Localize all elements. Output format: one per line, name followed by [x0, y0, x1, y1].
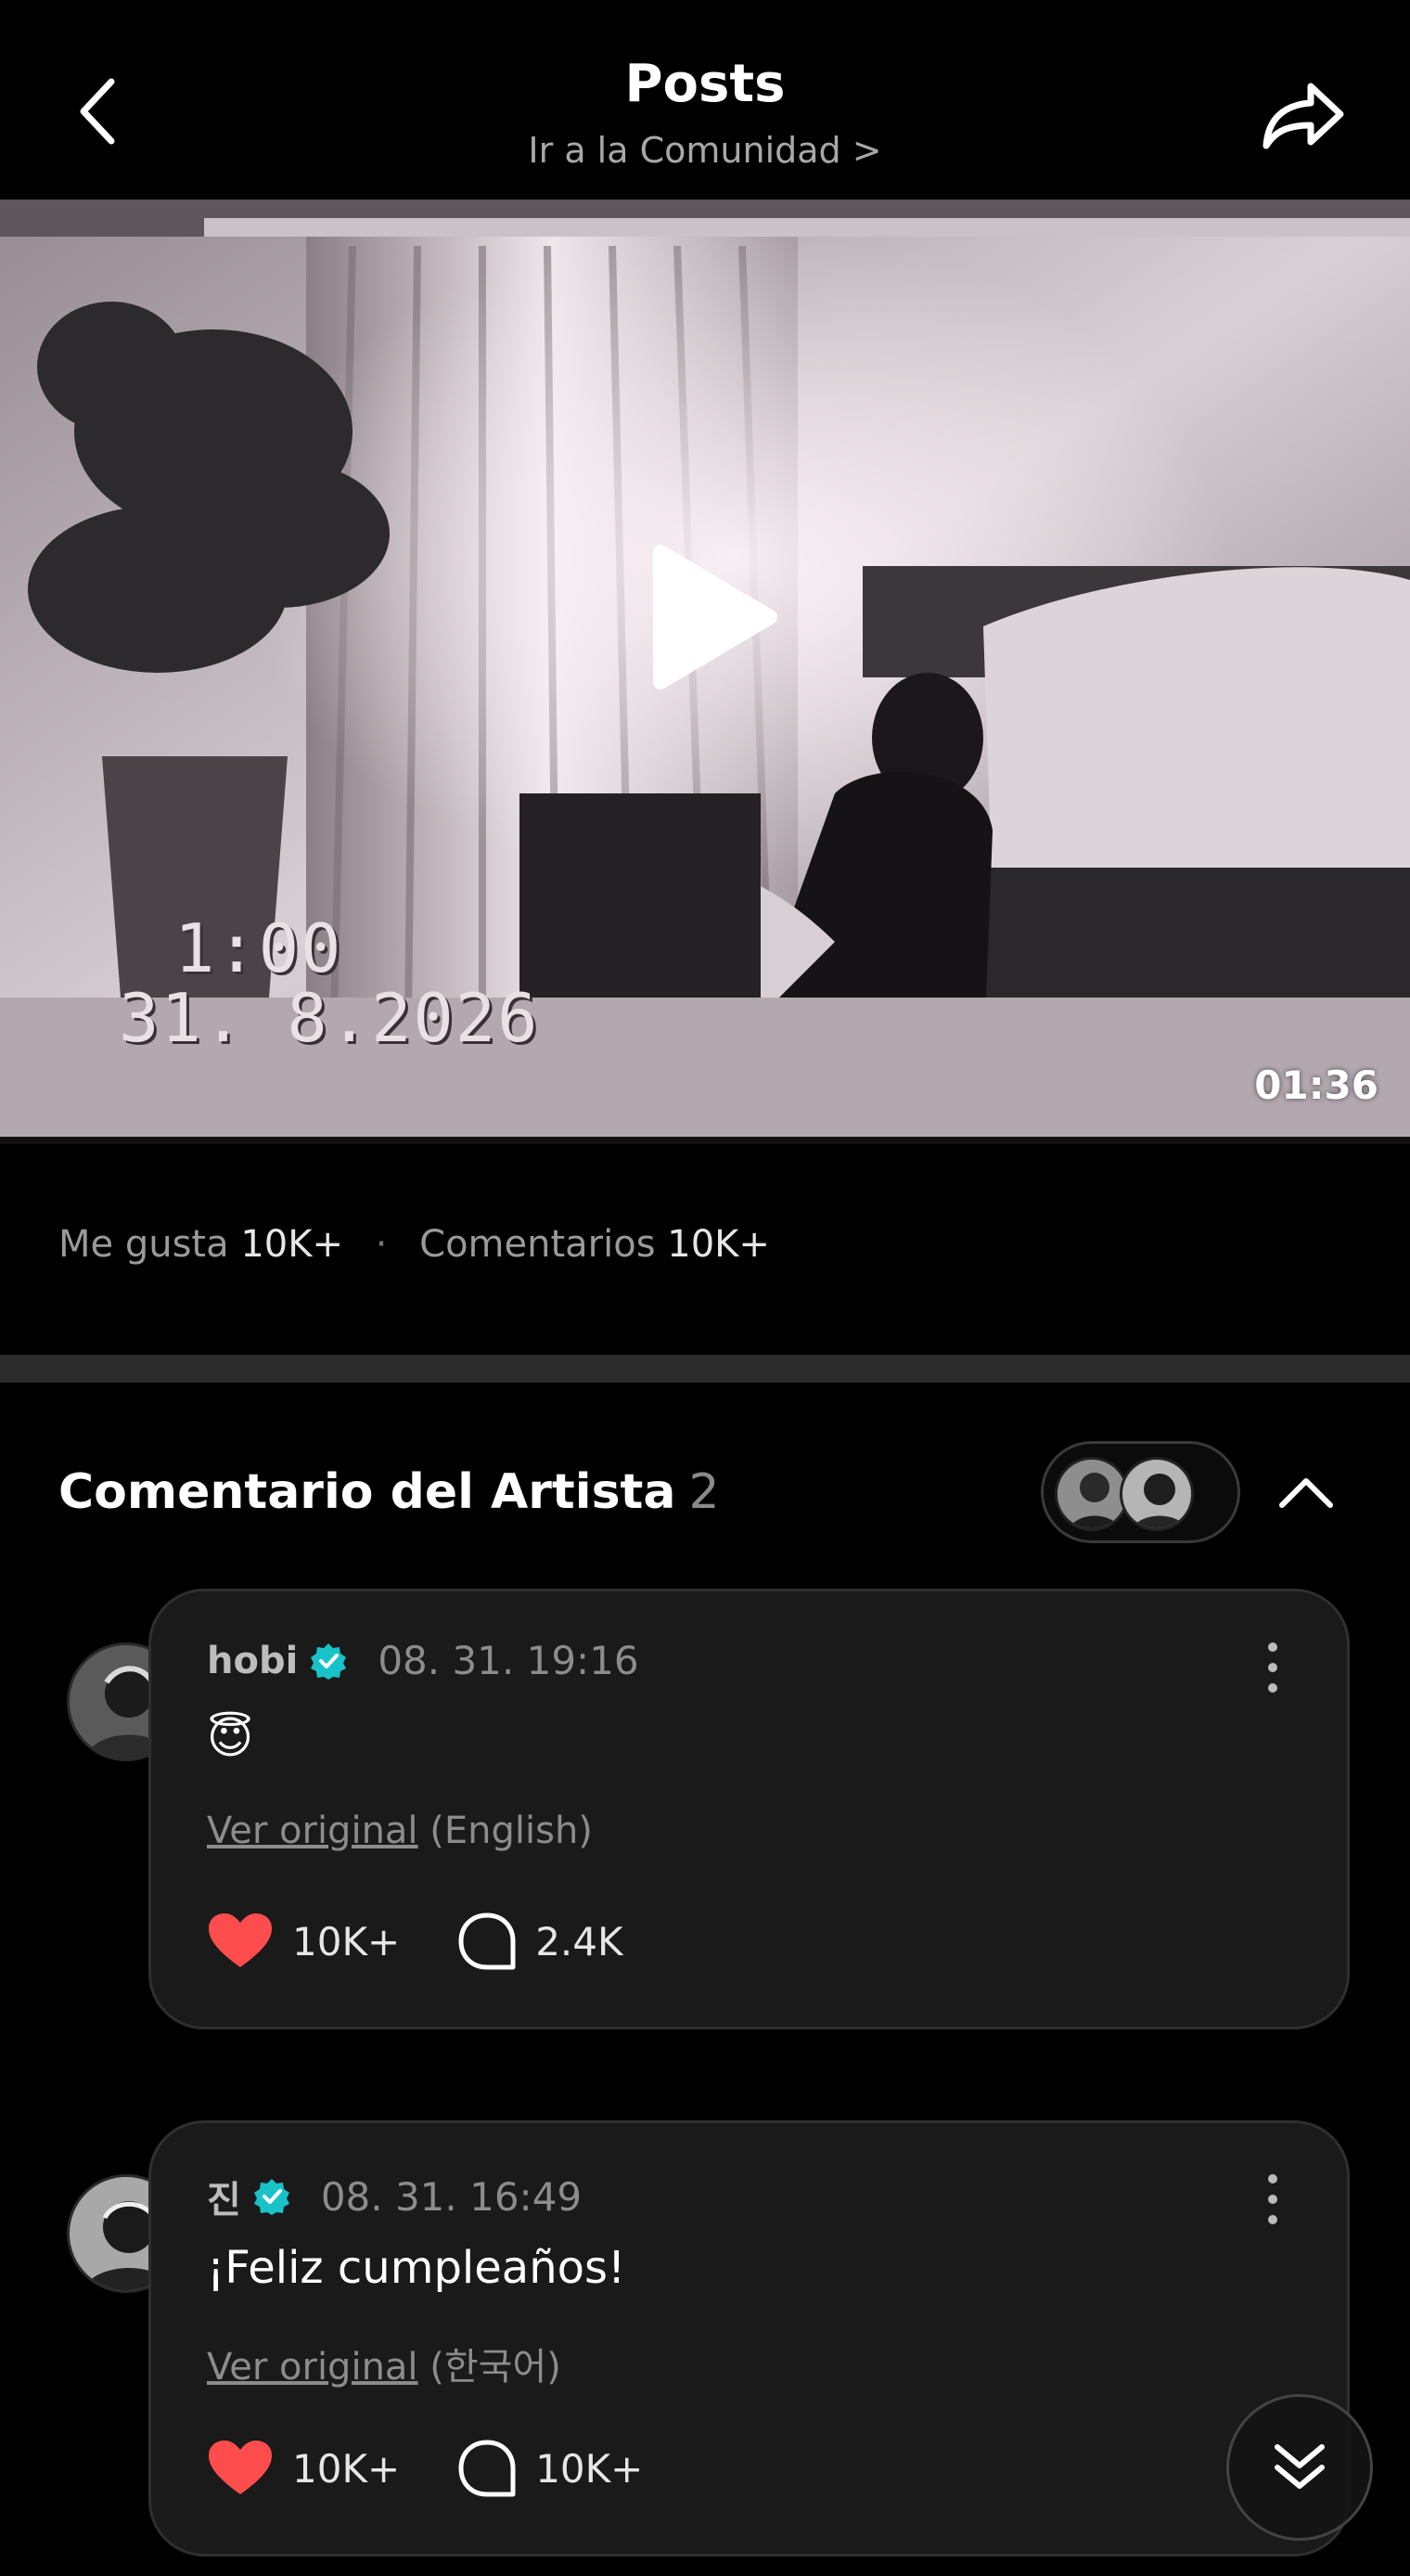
collapse-button[interactable]	[1271, 1457, 1340, 1526]
comment-date: 08. 31. 19:16	[378, 1638, 639, 1683]
comments-label[interactable]: Comentarios	[419, 1223, 655, 1266]
reply-count: 10K+	[535, 2445, 644, 2492]
page-title: Posts	[624, 54, 786, 114]
section-divider	[0, 1355, 1410, 1383]
view-original-link[interactable]: Ver original	[207, 2346, 418, 2389]
artist-comment-card: 진 08. 31. 16:49 ¡Feliz cumpleaños! Ver o…	[148, 2120, 1350, 2557]
more-options-icon[interactable]	[1259, 1640, 1287, 1695]
speech-bubble-icon[interactable]	[457, 2439, 517, 2498]
view-original-link[interactable]: Ver original	[207, 1810, 418, 1852]
likes-count: 10K+	[240, 1223, 343, 1266]
artist-comments-count: 2	[688, 1464, 720, 1520]
video-player[interactable]: 1:00 31. 8.2026 01:36	[0, 200, 1410, 1144]
artist-comments-label: Comentario del Artista	[58, 1464, 676, 1520]
stats-separator: ·	[375, 1223, 388, 1266]
reply-count: 2.4K	[535, 1918, 623, 1964]
comments-count[interactable]: 10K+	[667, 1223, 770, 1266]
more-options-icon[interactable]	[1259, 2171, 1287, 2227]
video-timestamp-time: 1:00	[174, 909, 343, 987]
original-language: (English)	[429, 1810, 593, 1852]
view-original: Ver original (English)	[207, 1810, 593, 1852]
comment-author[interactable]: hobi	[207, 1640, 298, 1682]
artist-avatars-pill[interactable]	[1041, 1441, 1240, 1543]
play-icon[interactable]	[649, 543, 779, 691]
like-count: 10K+	[292, 2445, 401, 2492]
comment-date: 08. 31. 16:49	[320, 2173, 583, 2220]
share-button[interactable]	[1257, 70, 1350, 162]
view-original: Ver original (한국어)	[207, 2337, 561, 2390]
comment-header: 진 08. 31. 16:49	[207, 2170, 582, 2223]
speech-bubble-icon[interactable]	[457, 1912, 517, 1971]
comment-body: 😇	[207, 1712, 254, 1764]
original-language: (한국어)	[429, 2346, 561, 2389]
likes-label: Me gusta	[58, 1223, 229, 1266]
chevron-up-icon	[1278, 1477, 1333, 1508]
heart-icon[interactable]	[207, 2439, 274, 2498]
comment-actions: 10K+ 2.4K	[207, 1912, 681, 1971]
verified-badge-icon	[311, 1642, 347, 1680]
comment-body: ¡Feliz cumpleaños!	[207, 2242, 626, 2294]
heart-icon[interactable]	[207, 1912, 274, 1971]
video-duration: 01:36	[1254, 1063, 1378, 1108]
like-count: 10K+	[292, 1918, 401, 1964]
video-timestamp-date: 31. 8.2026	[119, 979, 540, 1057]
double-chevron-down-icon	[1275, 2444, 1325, 2489]
artist-comments-title: Comentario del Artista 2	[58, 1464, 720, 1520]
go-to-community-link[interactable]: Ir a la Comunidad >	[0, 130, 1410, 171]
share-arrow-icon	[1263, 83, 1344, 149]
post-stats: Me gusta 10K+ · Comentarios 10K+	[58, 1223, 770, 1266]
avatar	[1120, 1457, 1194, 1531]
comment-author[interactable]: 진	[207, 2170, 241, 2223]
comment-header: hobi 08. 31. 19:16	[207, 1638, 639, 1683]
comment-actions: 10K+ 10K+	[207, 2439, 700, 2498]
artist-comment-card: hobi 08. 31. 19:16 😇 Ver original (Engli…	[148, 1589, 1350, 2029]
top-bar: Posts Ir a la Comunidad >	[0, 0, 1410, 200]
verified-badge-icon	[253, 2179, 289, 2215]
scroll-down-button[interactable]	[1226, 2394, 1373, 2541]
avatar	[1055, 1457, 1129, 1531]
